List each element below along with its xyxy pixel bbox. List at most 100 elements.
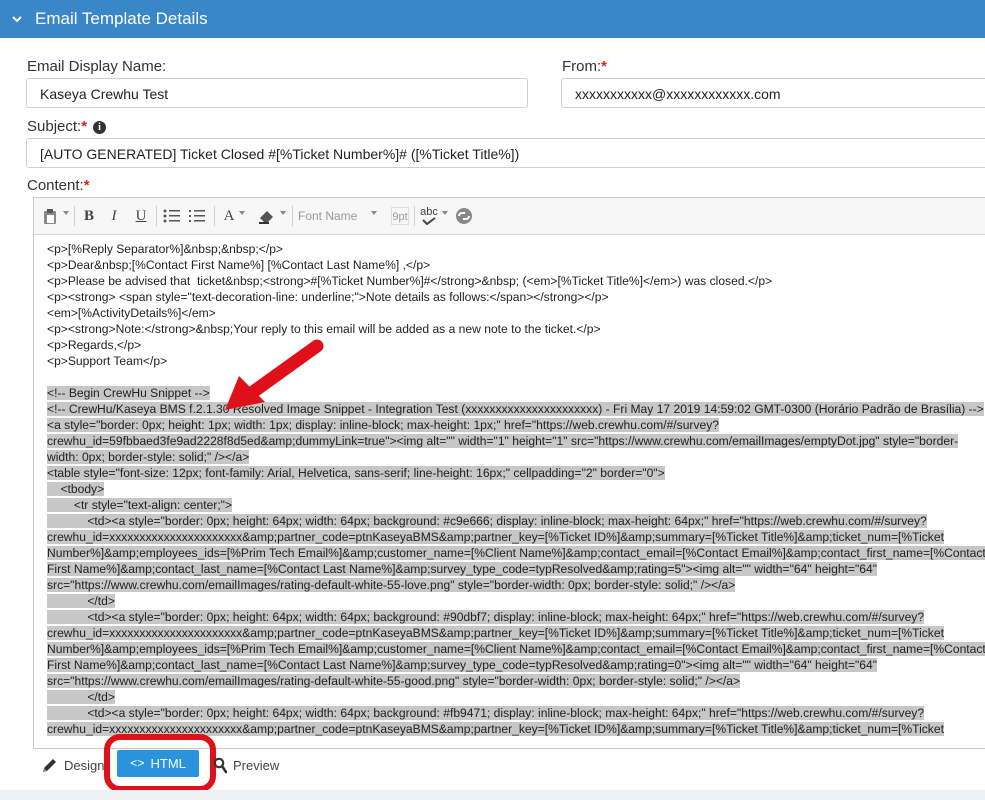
font-color-dropdown-arrow[interactable] [239, 211, 245, 215]
spellcheck-dropdown-arrow[interactable] [442, 211, 448, 215]
code-line-text: Number%]&amp;employees_ids=[%Prim Tech E… [47, 546, 985, 560]
code-line-text: <em>[%ActivityDetails%]</em> [47, 306, 216, 320]
paste-icon[interactable] [41, 206, 59, 226]
subject-label: Subject:* i [27, 118, 107, 135]
highlight-dropdown-arrow[interactable] [280, 211, 286, 215]
code-line: <a style="border: 0px; height: 1px; widt… [47, 417, 985, 433]
code-line-text: <td><a style="border: 0px; height: 64px;… [47, 610, 925, 624]
content-label: Content:* [27, 177, 90, 194]
code-line: crewhu_id=59fbbaed3fe9ad2228f8d5ed&amp;d… [47, 433, 985, 449]
code-line-text: width: 0px; border-style: solid;" /></a> [47, 450, 250, 464]
code-line: <p>Please be advised that ticket&nbsp;<s… [47, 273, 985, 289]
code-line: src="https://www.crewhu.com/emailImages/… [47, 577, 985, 593]
code-line: First Name%]&amp;contact_last_name=[%Con… [47, 657, 985, 673]
font-name-dropdown-arrow[interactable] [371, 211, 377, 215]
checkmark-icon [422, 217, 436, 225]
code-line: <!-- CrewHu/Kaseya BMS f.2.1.30 Resolved… [47, 401, 985, 417]
font-color-glyph: A [223, 207, 235, 224]
design-tab-label: Design [64, 757, 105, 773]
code-line-text: <!-- CrewHu/Kaseya BMS f.2.1.30 Resolved… [47, 402, 984, 416]
subject-input[interactable]: [AUTO GENERATED] Ticket Closed #[%Ticket… [26, 138, 985, 168]
code-line: <td><a style="border: 0px; height: 64px;… [47, 609, 985, 625]
code-line-text: <p>Support Team</p> [47, 354, 168, 368]
code-line-text: src="https://www.crewhu.com/emailImages/… [47, 578, 736, 592]
code-line: </td> [47, 593, 985, 609]
code-line-text: <td><a style="border: 0px; height: 64px;… [47, 706, 925, 720]
underline-button[interactable]: U [133, 206, 149, 226]
code-line-text: crewhu_id=59fbbaed3fe9ad2228f8d5ed&amp;d… [47, 434, 959, 448]
content-editor[interactable]: B I U A Font Name 9pt abc <p>[%Reply Sep… [33, 197, 985, 749]
code-line: <p><strong> <span style="text-decoration… [47, 289, 985, 305]
code-line-text: <p><strong>Note:</strong>&nbsp;Your repl… [47, 322, 601, 336]
font-name-value: Font Name [298, 209, 358, 223]
paste-dropdown-arrow[interactable] [63, 211, 69, 215]
editor-toolbar: B I U A Font Name 9pt abc [34, 198, 985, 235]
html-source-text[interactable]: <p>[%Reply Separator%]&nbsp;&nbsp;</p> <p… [47, 241, 985, 748]
code-line-text: First Name%]&amp;contact_last_name=[%Con… [47, 562, 878, 576]
section-header[interactable]: Email Template Details [0, 0, 985, 38]
numbered-list-icon[interactable] [187, 206, 207, 226]
code-line [47, 369, 985, 385]
code-line: <!-- Begin CrewHu Snippet --> [47, 385, 985, 401]
code-line: <tbody> [47, 481, 985, 497]
code-line-text: <p>[%Reply Separator%]&nbsp;&nbsp;</p> [47, 242, 283, 256]
code-line-text: </td> [47, 690, 115, 704]
code-line-text: <p>Dear&nbsp;[%Contact First Name%] [%Co… [47, 258, 431, 272]
page-footer [0, 790, 985, 800]
code-line-text: src="https://www.crewhu.com/emailImages/… [47, 674, 741, 688]
code-line-text: <table style="font-size: 12px; font-fami… [47, 466, 665, 480]
font-name-select[interactable]: Font Name [298, 207, 382, 225]
code-line-text: <p><strong> <span style="text-decoration… [47, 290, 609, 304]
display-name-label: Email Display Name: [27, 58, 167, 75]
code-line-text: <td><a style="border: 0px; height: 64px;… [47, 514, 927, 528]
spellcheck-label: abc [420, 206, 438, 218]
code-line: <p>Regards,</p> [47, 337, 985, 353]
code-line-text: <!-- Begin CrewHu Snippet --> [47, 386, 210, 400]
from-input[interactable]: xxxxxxxxxxx@xxxxxxxxxxxx.com [561, 78, 985, 108]
info-icon[interactable]: i [93, 121, 107, 134]
font-color-button[interactable]: A [221, 206, 237, 226]
preview-tab-label: Preview [233, 757, 280, 773]
red-arrow-icon [225, 339, 324, 410]
code-line: <p><strong>Note:</strong>&nbsp;Your repl… [47, 321, 985, 337]
highlight-icon[interactable] [256, 206, 278, 226]
code-line-text: <tbody> [47, 482, 105, 496]
code-line: <td><a style="border: 0px; height: 64px;… [47, 513, 985, 529]
section-title: Email Template Details [35, 9, 208, 28]
code-line: First Name%]&amp;contact_last_name=[%Con… [47, 561, 985, 577]
design-tab[interactable]: Design [41, 755, 104, 775]
bulleted-list-icon[interactable] [162, 206, 182, 226]
code-line-text: </td> [47, 594, 115, 608]
italic-button[interactable]: I [107, 206, 121, 226]
font-size-select[interactable]: 9pt [391, 207, 409, 225]
link-icon[interactable] [453, 206, 475, 226]
code-line: <table style="font-size: 12px; font-fami… [47, 465, 985, 481]
highlight-circle [104, 734, 216, 792]
code-line: <p>Dear&nbsp;[%Contact First Name%] [%Co… [47, 257, 985, 273]
code-line: crewhu_id=xxxxxxxxxxxxxxxxxxxxxx&amp;par… [47, 529, 985, 545]
code-line: </td> [47, 689, 985, 705]
code-line: Number%]&amp;employees_ids=[%Prim Tech E… [47, 641, 985, 657]
code-line-text: <tr style="text-align: center;"> [47, 498, 233, 512]
code-line-text: <a style="border: 0px; height: 1px; widt… [47, 418, 719, 432]
chevron-down-icon[interactable] [11, 13, 27, 25]
code-line: <em>[%ActivityDetails%]</em> [47, 305, 985, 321]
code-line: crewhu_id=xxxxxxxxxxxxxxxxxxxxxx&amp;par… [47, 625, 985, 641]
code-line: <p>Support Team</p> [47, 353, 985, 369]
code-line: <p>[%Reply Separator%]&nbsp;&nbsp;</p> [47, 241, 985, 257]
pencil-icon [43, 758, 56, 772]
preview-tab[interactable]: Preview [213, 755, 279, 775]
magnifier-icon [213, 757, 227, 773]
spellcheck-button[interactable]: abc [418, 206, 440, 226]
code-line-text: <p>Please be advised that ticket&nbsp;<s… [47, 274, 773, 288]
code-line: <tr style="text-align: center;"> [47, 497, 985, 513]
display-name-input[interactable]: Kaseya Crewhu Test [26, 78, 528, 108]
from-label: From:* [562, 58, 608, 75]
code-line: Number%]&amp;employees_ids=[%Prim Tech E… [47, 545, 985, 561]
code-line-text: crewhu_id=xxxxxxxxxxxxxxxxxxxxxx&amp;par… [47, 626, 944, 640]
code-line: <td><a style="border: 0px; height: 64px;… [47, 705, 985, 721]
code-line: src="https://www.crewhu.com/emailImages/… [47, 673, 985, 689]
bold-button[interactable]: B [81, 206, 97, 226]
code-line-text: Number%]&amp;employees_ids=[%Prim Tech E… [47, 642, 985, 656]
